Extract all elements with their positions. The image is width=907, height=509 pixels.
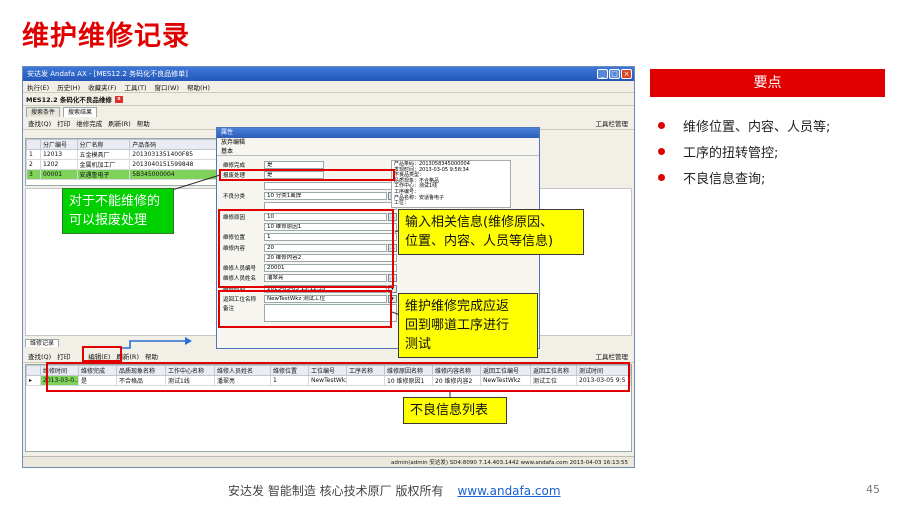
footer: 安达发 智能制造 核心技术原厂 版权所有 www.andafa.com: [228, 482, 561, 499]
edit-arrow-line: [122, 340, 185, 349]
footer-link[interactable]: www.andafa.com: [457, 484, 560, 498]
input-callout: 输入相关信息(维修原因、 位置、内容、人员等信息): [398, 209, 584, 255]
arrow-right-icon: [185, 337, 192, 345]
page-number: 45: [866, 483, 880, 496]
footer-text: 安达发 智能制造 核心技术原厂 版权所有: [228, 484, 444, 498]
scrap-callout: 对于不能维修的 可以报废处理: [62, 188, 174, 234]
return-callout: 维护维修完成应返 回到哪道工序进行 测试: [398, 293, 538, 358]
scrap-connector-line: [171, 174, 221, 191]
list-callout: 不良信息列表: [403, 397, 507, 424]
